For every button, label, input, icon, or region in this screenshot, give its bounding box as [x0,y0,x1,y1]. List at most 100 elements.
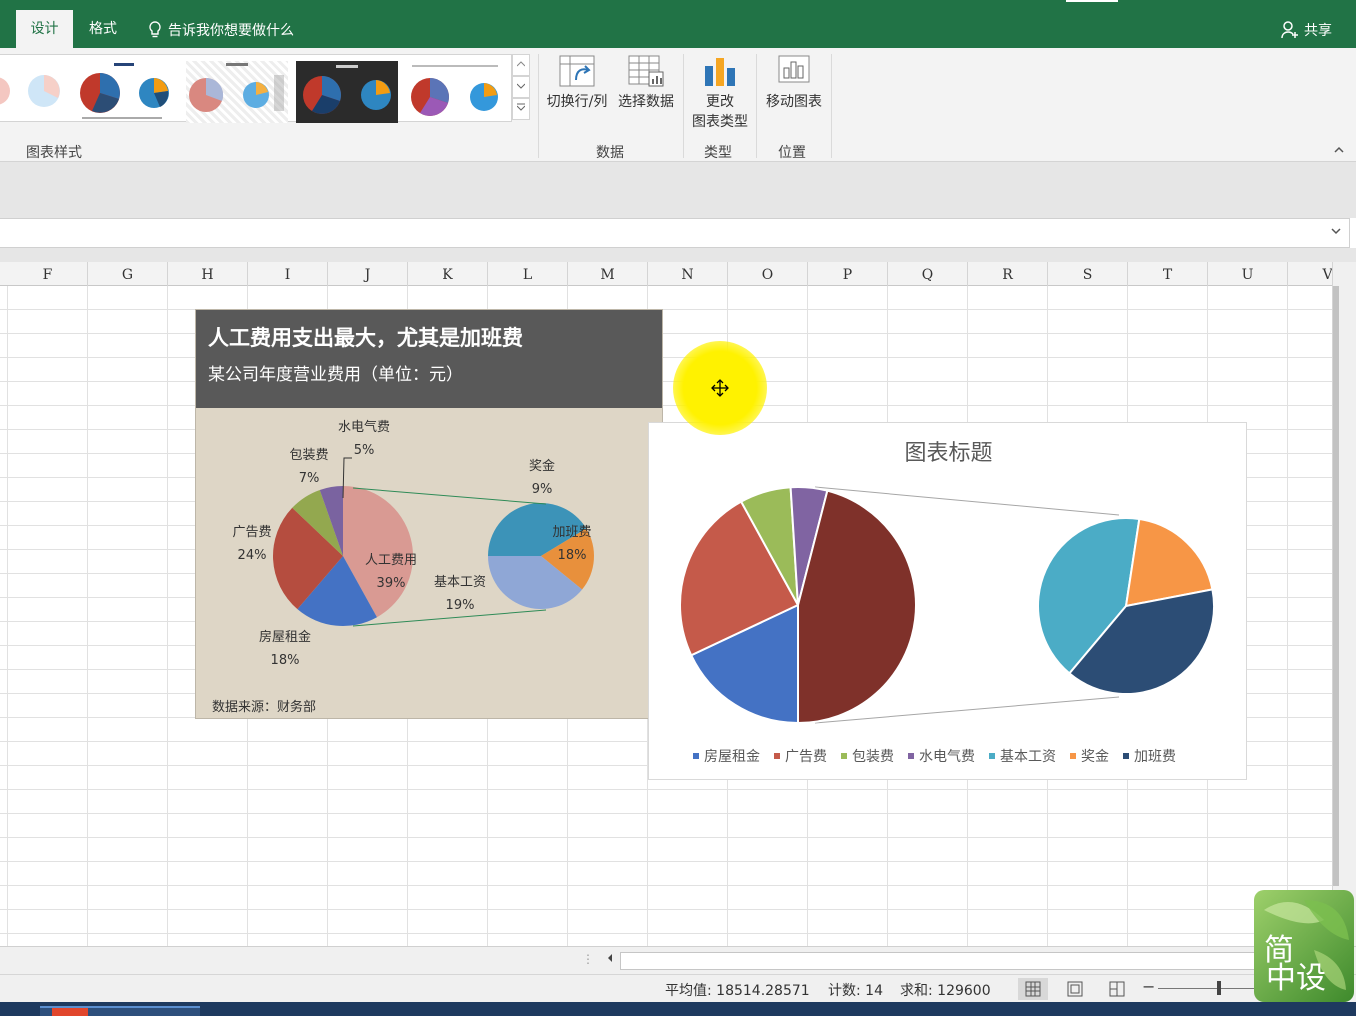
default-pie-chart[interactable]: 图表标题 房屋租金 广告费 包装费 水电气费 基本工资 奖金 加班费 [648,422,1247,780]
column-header-q[interactable]: Q [888,262,968,286]
move-cursor-icon [711,379,729,397]
column-header-k[interactable]: K [408,262,488,286]
gallery-more[interactable] [512,98,530,120]
ribbon: 图表样式 切换行/列 选择数据 数据 更改 图表类型 类型 移动图表 位置 [0,48,1356,162]
select-data-button[interactable]: 选择数据 [614,54,678,112]
page-break-view-button[interactable] [1102,978,1132,1000]
formula-bar[interactable] [0,218,1350,248]
legend-label: 水电气费 [919,749,975,765]
taskbar-app-icon [52,1008,88,1016]
move-chart-button[interactable]: 移动图表 [761,54,827,112]
column-header-n[interactable]: N [648,262,728,286]
column-header-g[interactable]: G [88,262,168,286]
legend-swatch [774,753,780,759]
chart-style-thumb-5[interactable] [404,61,506,123]
column-header-h[interactable]: H [168,262,248,286]
collapse-ribbon-button[interactable] [1334,142,1344,156]
group-label-data: 数据 [596,145,624,161]
change-chart-type-button[interactable]: 更改 图表类型 [688,54,752,132]
column-header-f[interactable]: F [8,262,88,286]
label-labor-name: 人工费用 [365,553,417,568]
separator [756,54,757,158]
chart-style-thumb-3[interactable] [186,61,288,123]
zoom-slider-track[interactable] [1158,988,1254,989]
chart-style-gallery [0,54,512,123]
user-add-icon [1281,21,1298,39]
legend-swatch [1070,753,1076,759]
legend-label: 加班费 [1134,749,1176,765]
label-packaging-pct: 7% [299,471,320,486]
legend-label: 广告费 [785,749,827,765]
column-header-o[interactable]: O [728,262,808,286]
column-header-m[interactable]: M [568,262,648,286]
page-layout-icon [1067,981,1083,997]
column-header-s[interactable]: S [1048,262,1128,286]
legend-swatch [908,753,914,759]
column-header-l[interactable]: L [488,262,568,286]
legend-swatch [693,753,699,759]
zoom-slider-thumb[interactable] [1217,981,1221,995]
label-rent-name: 房屋租金 [259,629,311,645]
chart-legend[interactable]: 房屋租金 广告费 包装费 水电气费 基本工资 奖金 加班费 [693,746,1190,766]
column-header-p[interactable]: P [808,262,888,286]
tab-design[interactable]: 设计 [16,10,73,48]
vertical-scroll-thumb[interactable] [1333,286,1339,886]
title-bar-marker [1066,0,1118,2]
column-headers: FGHIJKLMNOPQRSTUV [0,262,1333,286]
label-water-pct: 5% [354,443,375,458]
label-overtime-pct: 18% [558,548,587,563]
chart-style-thumb-2[interactable] [72,61,174,123]
label-labor-pct: 39% [377,576,406,591]
separator [683,54,684,158]
label-packaging-name: 包装费 [289,448,328,463]
page-layout-view-button[interactable] [1060,978,1090,1000]
gallery-scroll-up[interactable] [512,54,530,76]
normal-view-button[interactable] [1018,978,1048,1000]
column-header-r[interactable]: R [968,262,1048,286]
ribbon-tab-bar: 设计 格式 告诉我你想要做什么 共享 [0,0,1356,48]
horizontal-scrollbar[interactable] [620,952,1330,970]
select-data-label: 选择数据 [618,94,674,110]
change-chart-type-icon [705,58,735,86]
move-chart-label: 移动图表 [766,94,822,110]
label-ads-name: 广告费 [232,525,271,540]
legend-label: 包装费 [852,749,894,765]
status-bar: 平均值: 18514.28571 计数: 14 求和: 129600 − [0,974,1356,1002]
chart-style-thumb-4[interactable] [296,61,398,123]
watermark-logo: 简 中设 [1254,890,1354,1002]
tab-split-handle[interactable]: ⋮ [582,952,594,966]
group-label-location: 位置 [778,145,806,161]
tab-format[interactable]: 格式 [80,10,126,48]
label-overtime-name: 加班费 [552,525,591,540]
legend-item: 加班费 [1123,746,1176,766]
gray-band [0,248,1356,262]
tell-me-label: 告诉我你想要做什么 [168,23,294,39]
expand-formula-bar-button[interactable] [1331,224,1341,238]
label-rent-pct: 18% [271,653,300,668]
label-base-salary-name: 基本工资 [434,575,486,590]
chevron-left-icon [608,954,612,962]
switch-row-column-button[interactable]: 切换行/列 [544,54,610,112]
watermark-char-2: 中设 [1266,961,1326,996]
chart-title[interactable]: 图表标题 [649,435,1248,467]
gallery-scroll-down[interactable] [512,76,530,98]
scroll-left-button[interactable] [602,952,618,970]
column-header-i[interactable]: I [248,262,328,286]
zoom-out-button[interactable]: − [1142,977,1155,996]
group-label-chart-styles: 图表样式 [26,145,82,161]
chart1-plot: 水电气费 5% 包装费 7% 广告费 24% 人工费用 39% 房屋租金 18%… [232,419,594,668]
column-header-u[interactable]: U [1208,262,1288,286]
select-data-icon [628,55,664,87]
tell-me-search[interactable]: 告诉我你想要做什么 [148,20,294,40]
share-label: 共享 [1304,23,1332,39]
chart2-plot [679,486,1215,725]
share-button[interactable]: 共享 [1280,20,1332,40]
switch-row-column-icon [559,55,595,87]
windows-taskbar [0,1002,1356,1016]
chevron-up-icon [516,61,526,67]
column-header-j[interactable]: J [328,262,408,286]
label-ads-pct: 24% [238,548,267,563]
column-header-t[interactable]: T [1128,262,1208,286]
status-sum: 求和: 129600 [900,983,991,999]
styled-pie-chart[interactable]: 人工费用支出最大，尤其是加班费 某公司年度营业费用（单位：元） 水电气费 5% … [195,309,663,719]
